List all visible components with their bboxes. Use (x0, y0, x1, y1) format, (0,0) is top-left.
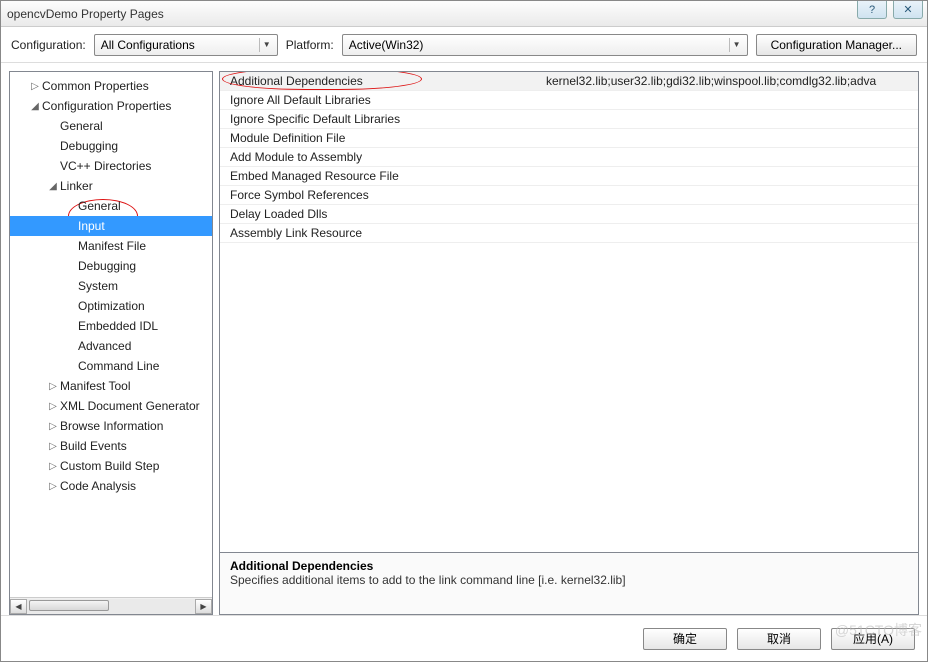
titlebar: opencvDemo Property Pages ? ✕ (1, 1, 927, 27)
grid-row[interactable]: Additional Dependencieskernel32.lib;user… (220, 72, 918, 91)
platform-label: Platform: (286, 38, 334, 52)
tree-item-advanced[interactable]: Advanced (10, 336, 212, 356)
expander-icon[interactable]: ▷ (46, 441, 60, 452)
grid-property-value[interactable]: kernel32.lib;user32.lib;gdi32.lib;winspo… (540, 74, 918, 88)
tree-item-label: Configuration Properties (42, 99, 171, 113)
expander-icon[interactable]: ▷ (46, 401, 60, 412)
tree-item-build-events[interactable]: ▷Build Events (10, 436, 212, 456)
description-text: Specifies additional items to add to the… (230, 573, 908, 587)
property-tree[interactable]: ▷Common Properties◢Configuration Propert… (10, 72, 212, 597)
description-panel: Additional Dependencies Specifies additi… (219, 553, 919, 615)
tree-item-general[interactable]: General (10, 196, 212, 216)
tree-item-browse-information[interactable]: ▷Browse Information (10, 416, 212, 436)
tree-item-label: VC++ Directories (60, 159, 151, 173)
expander-icon[interactable]: ▷ (46, 421, 60, 432)
grid-row[interactable]: Force Symbol References (220, 186, 918, 205)
tree-item-label: Debugging (60, 139, 118, 153)
close-button[interactable]: ✕ (893, 1, 923, 19)
grid-property-name: Force Symbol References (220, 188, 540, 202)
grid-property-name: Module Definition File (220, 131, 540, 145)
ok-button[interactable]: 确定 (643, 628, 727, 650)
tree-item-label: Manifest File (78, 239, 146, 253)
scroll-track[interactable] (27, 599, 195, 614)
tree-item-label: Browse Information (60, 419, 163, 433)
configuration-manager-button[interactable]: Configuration Manager... (756, 34, 917, 56)
tree-item-custom-build-step[interactable]: ▷Custom Build Step (10, 456, 212, 476)
tree-item-label: General (78, 199, 121, 213)
grid-property-name: Ignore Specific Default Libraries (220, 112, 540, 126)
grid-property-name: Additional Dependencies (220, 74, 540, 88)
tree-item-manifest-tool[interactable]: ▷Manifest Tool (10, 376, 212, 396)
expander-icon[interactable]: ▷ (46, 381, 60, 392)
scroll-right-icon[interactable]: ▶ (195, 599, 212, 614)
tree-item-label: Custom Build Step (60, 459, 159, 473)
platform-value: Active(Win32) (349, 38, 424, 52)
tree-item-label: Optimization (78, 299, 145, 313)
tree-item-general[interactable]: General (10, 116, 212, 136)
tree-item-embedded-idl[interactable]: Embedded IDL (10, 316, 212, 336)
tree-item-label: Embedded IDL (78, 319, 158, 333)
tree-item-command-line[interactable]: Command Line (10, 356, 212, 376)
platform-combo[interactable]: Active(Win32) ▼ (342, 34, 748, 56)
property-grid[interactable]: Additional Dependencieskernel32.lib;user… (219, 71, 919, 553)
grid-row[interactable]: Assembly Link Resource (220, 224, 918, 243)
tree-item-label: Common Properties (42, 79, 149, 93)
tree-item-label: XML Document Generator (60, 399, 200, 413)
tree-item-debugging[interactable]: Debugging (10, 136, 212, 156)
grid-property-name: Add Module to Assembly (220, 150, 540, 164)
tree-item-linker[interactable]: ◢Linker (10, 176, 212, 196)
configuration-combo[interactable]: All Configurations ▼ (94, 34, 278, 56)
tree-item-label: Manifest Tool (60, 379, 130, 393)
scroll-thumb[interactable] (29, 600, 109, 611)
grid-row[interactable]: Module Definition File (220, 129, 918, 148)
grid-row[interactable]: Ignore All Default Libraries (220, 91, 918, 110)
grid-property-name: Delay Loaded Dlls (220, 207, 540, 221)
grid-property-name: Assembly Link Resource (220, 226, 540, 240)
tree-item-label: Advanced (78, 339, 131, 353)
chevron-down-icon: ▼ (729, 38, 744, 52)
description-title: Additional Dependencies (230, 559, 908, 573)
tree-item-manifest-file[interactable]: Manifest File (10, 236, 212, 256)
apply-button[interactable]: 应用(A) (831, 628, 915, 650)
help-button[interactable]: ? (857, 1, 887, 19)
tree-item-debugging[interactable]: Debugging (10, 256, 212, 276)
tree-item-optimization[interactable]: Optimization (10, 296, 212, 316)
cancel-button[interactable]: 取消 (737, 628, 821, 650)
tree-panel: ▷Common Properties◢Configuration Propert… (9, 71, 213, 615)
configuration-value: All Configurations (101, 38, 195, 52)
expander-icon[interactable]: ▷ (46, 481, 60, 492)
tree-item-label: Linker (60, 179, 93, 193)
tree-item-common-properties[interactable]: ▷Common Properties (10, 76, 212, 96)
grid-property-name: Embed Managed Resource File (220, 169, 540, 183)
expander-icon[interactable]: ▷ (46, 461, 60, 472)
grid-row[interactable]: Delay Loaded Dlls (220, 205, 918, 224)
tree-item-label: Build Events (60, 439, 127, 453)
tree-item-system[interactable]: System (10, 276, 212, 296)
tree-item-xml-document-generator[interactable]: ▷XML Document Generator (10, 396, 212, 416)
window-title: opencvDemo Property Pages (7, 7, 164, 21)
chevron-down-icon: ▼ (259, 38, 274, 52)
configuration-toolbar: Configuration: All Configurations ▼ Plat… (1, 27, 927, 63)
grid-row[interactable]: Ignore Specific Default Libraries (220, 110, 918, 129)
tree-item-label: Input (78, 219, 105, 233)
configuration-label: Configuration: (11, 38, 86, 52)
tree-item-input[interactable]: Input (10, 216, 212, 236)
tree-item-label: Debugging (78, 259, 136, 273)
grid-property-name: Ignore All Default Libraries (220, 93, 540, 107)
tree-item-label: Command Line (78, 359, 159, 373)
grid-row[interactable]: Embed Managed Resource File (220, 167, 918, 186)
expander-icon[interactable]: ◢ (46, 181, 60, 192)
expander-icon[interactable]: ◢ (28, 101, 42, 112)
tree-item-label: System (78, 279, 118, 293)
scroll-left-icon[interactable]: ◀ (10, 599, 27, 614)
tree-item-configuration-properties[interactable]: ◢Configuration Properties (10, 96, 212, 116)
dialog-footer: 确定 取消 应用(A) (1, 615, 927, 661)
tree-scrollbar-horizontal[interactable]: ◀ ▶ (10, 597, 212, 614)
tree-item-label: Code Analysis (60, 479, 136, 493)
tree-item-label: General (60, 119, 103, 133)
grid-row[interactable]: Add Module to Assembly (220, 148, 918, 167)
tree-item-vc-directories[interactable]: VC++ Directories (10, 156, 212, 176)
expander-icon[interactable]: ▷ (28, 81, 42, 92)
tree-item-code-analysis[interactable]: ▷Code Analysis (10, 476, 212, 496)
